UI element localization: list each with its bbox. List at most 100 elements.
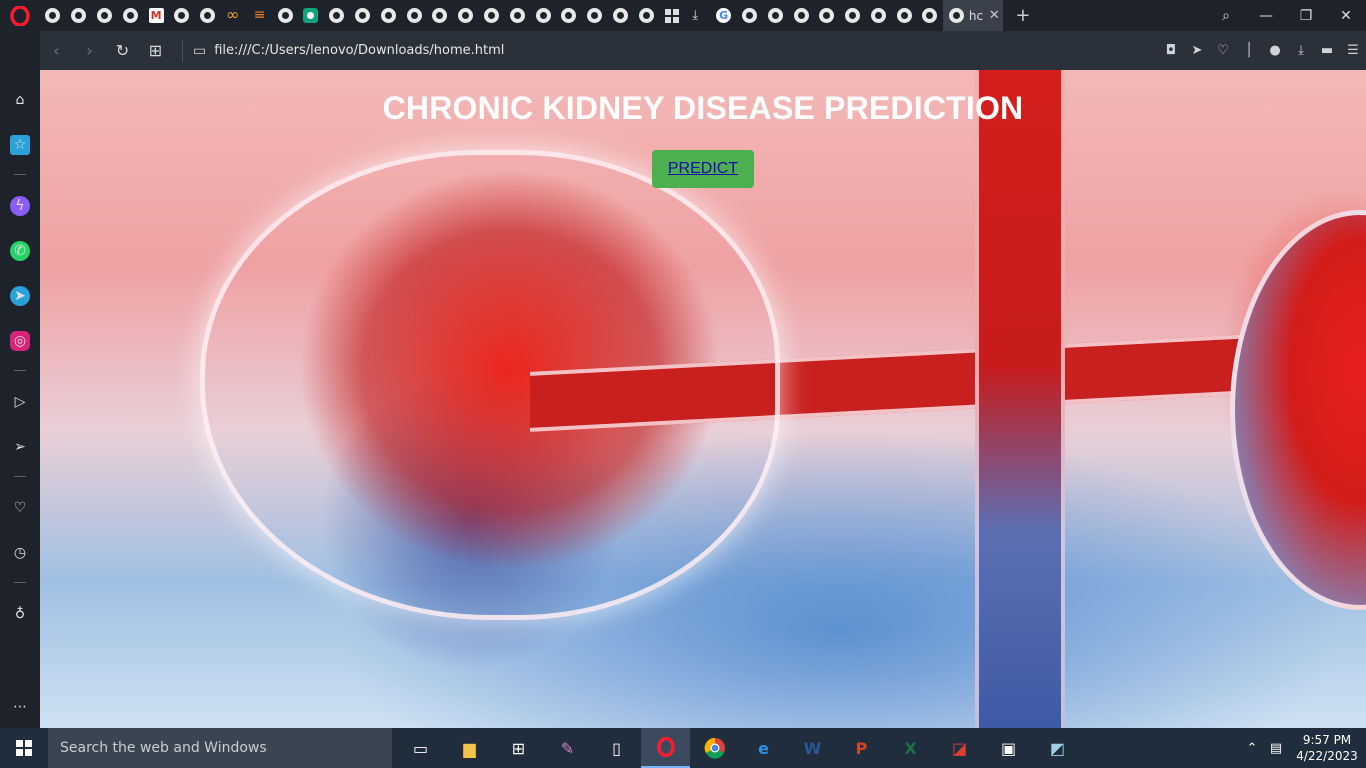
predict-button[interactable]: PREDICT	[652, 150, 754, 188]
close-tab-icon[interactable]: ✕	[989, 8, 1000, 23]
address-bar: ‹ › ↻ ⊞ ▭ file:///C:/Users/lenovo/Downlo…	[40, 31, 1366, 70]
flow-icon[interactable]: ➢	[10, 437, 30, 457]
page-icon	[870, 8, 886, 23]
predict-link[interactable]: PREDICT	[668, 160, 738, 178]
tab[interactable]	[221, 0, 247, 31]
reload-icon[interactable]: ↻	[106, 41, 139, 60]
search-tabs-icon[interactable]: ⌕	[1206, 8, 1246, 24]
stackoverflow-icon	[252, 7, 267, 23]
home-icon[interactable]: ⌂	[10, 90, 30, 110]
powerpoint-icon[interactable]: P	[837, 728, 886, 768]
tab[interactable]	[272, 0, 298, 31]
tab[interactable]	[40, 0, 66, 31]
tab[interactable]	[891, 0, 917, 31]
instagram-icon[interactable]: ◎	[10, 331, 30, 351]
tab[interactable]	[840, 0, 866, 31]
tab[interactable]	[117, 0, 143, 31]
minimize-icon[interactable]: —	[1246, 8, 1286, 24]
word-icon[interactable]: W	[788, 728, 837, 768]
close-window-icon[interactable]: ✕	[1326, 8, 1366, 24]
tab-downloads[interactable]	[685, 0, 711, 31]
easy-setup-icon[interactable]: ☰	[1340, 43, 1366, 58]
tab[interactable]	[66, 0, 92, 31]
tab[interactable]	[814, 0, 840, 31]
address-bar-actions: ◘ ➤ ♡ │ ● ⤓ ▬ ☰	[1158, 31, 1366, 70]
tab[interactable]	[453, 0, 479, 31]
task-view-icon[interactable]: ▭	[396, 728, 445, 768]
taskbar-search[interactable]: Search the web and Windows	[48, 728, 392, 768]
tab[interactable]	[737, 0, 763, 31]
restore-icon[interactable]: ❐	[1286, 8, 1326, 24]
tab[interactable]	[195, 0, 221, 31]
tab[interactable]	[556, 0, 582, 31]
tab[interactable]	[324, 0, 350, 31]
tab-speed-dial[interactable]	[659, 0, 685, 31]
heart-icon[interactable]: ♡	[1210, 43, 1236, 58]
downloads-icon[interactable]: ⤓	[1288, 43, 1314, 58]
edge-icon[interactable]: e	[739, 728, 788, 768]
profile-icon[interactable]: ●	[1262, 43, 1288, 58]
notifications-icon[interactable]: ▤	[1264, 741, 1288, 756]
tab[interactable]	[788, 0, 814, 31]
page-icon	[329, 8, 345, 23]
file-explorer-icon[interactable]: ▆	[445, 728, 494, 768]
url-field[interactable]: file:///C:/Users/lenovo/Downloads/home.h…	[214, 43, 504, 58]
whatsapp-icon[interactable]: ✆	[10, 241, 30, 261]
notepad-icon[interactable]: ▯	[592, 728, 641, 768]
page-icon	[45, 8, 61, 23]
page-icon	[71, 8, 87, 23]
telegram-icon[interactable]: ➤	[10, 286, 30, 306]
send-icon[interactable]: ➤	[1184, 43, 1210, 58]
page-icon	[200, 8, 216, 23]
clock[interactable]: 9:57 PM 4/22/2023	[1288, 732, 1366, 764]
tab[interactable]	[92, 0, 118, 31]
tab[interactable]	[401, 0, 427, 31]
tabs-grid-icon[interactable]: ⊞	[139, 41, 172, 60]
tab-active[interactable]: hc ✕	[942, 0, 1003, 31]
bookmarks-icon[interactable]: ☆	[10, 135, 30, 155]
tab[interactable]	[375, 0, 401, 31]
battery-icon[interactable]: ▬	[1314, 43, 1340, 58]
search-placeholder: Search the web and Windows	[60, 740, 267, 756]
lightbulb-icon[interactable]: ♁	[10, 604, 30, 624]
infinity-icon	[226, 5, 241, 24]
history-icon[interactable]: ◷	[10, 543, 30, 563]
opera-taskbar-icon[interactable]	[641, 728, 690, 768]
store-icon[interactable]: ⊞	[494, 728, 543, 768]
new-tab-button[interactable]: +	[1003, 5, 1043, 26]
tab[interactable]	[633, 0, 659, 31]
tab-gmail[interactable]	[143, 0, 169, 31]
chevron-up-icon[interactable]: ⌃	[1240, 741, 1264, 756]
opera-logo-icon[interactable]	[0, 0, 40, 31]
player-icon[interactable]: ▷	[10, 392, 30, 412]
tab[interactable]	[582, 0, 608, 31]
app-icon[interactable]: ✎	[543, 728, 592, 768]
tab[interactable]	[504, 0, 530, 31]
tab-stackoverflow[interactable]	[246, 0, 272, 31]
terminal-icon[interactable]: ▣	[984, 728, 1033, 768]
chrome-icon[interactable]	[690, 728, 739, 768]
app-icon[interactable]: ◩	[1033, 728, 1082, 768]
tab[interactable]	[530, 0, 556, 31]
tab[interactable]	[350, 0, 376, 31]
back-icon[interactable]: ‹	[40, 41, 73, 60]
tab-bar: hc ✕ + ⌕ — ❐ ✕	[0, 0, 1366, 31]
pdf-icon[interactable]: ◪	[935, 728, 984, 768]
windows-start-icon[interactable]	[0, 728, 48, 768]
tab[interactable]	[169, 0, 195, 31]
snapshot-icon[interactable]: ◘	[1158, 43, 1184, 58]
tab[interactable]	[866, 0, 892, 31]
page-info-icon[interactable]: ▭	[193, 43, 206, 59]
tab[interactable]	[608, 0, 634, 31]
more-icon[interactable]: ⋯	[10, 697, 30, 717]
tab[interactable]	[762, 0, 788, 31]
tab[interactable]	[427, 0, 453, 31]
excel-icon[interactable]: X	[886, 728, 935, 768]
forward-icon[interactable]: ›	[73, 41, 106, 60]
tab[interactable]	[917, 0, 943, 31]
tab[interactable]	[479, 0, 505, 31]
tab-google[interactable]	[711, 0, 737, 31]
messenger-icon[interactable]: ϟ	[10, 196, 30, 216]
tab-chatgpt[interactable]	[298, 0, 324, 31]
heart-icon[interactable]: ♡	[10, 498, 30, 518]
